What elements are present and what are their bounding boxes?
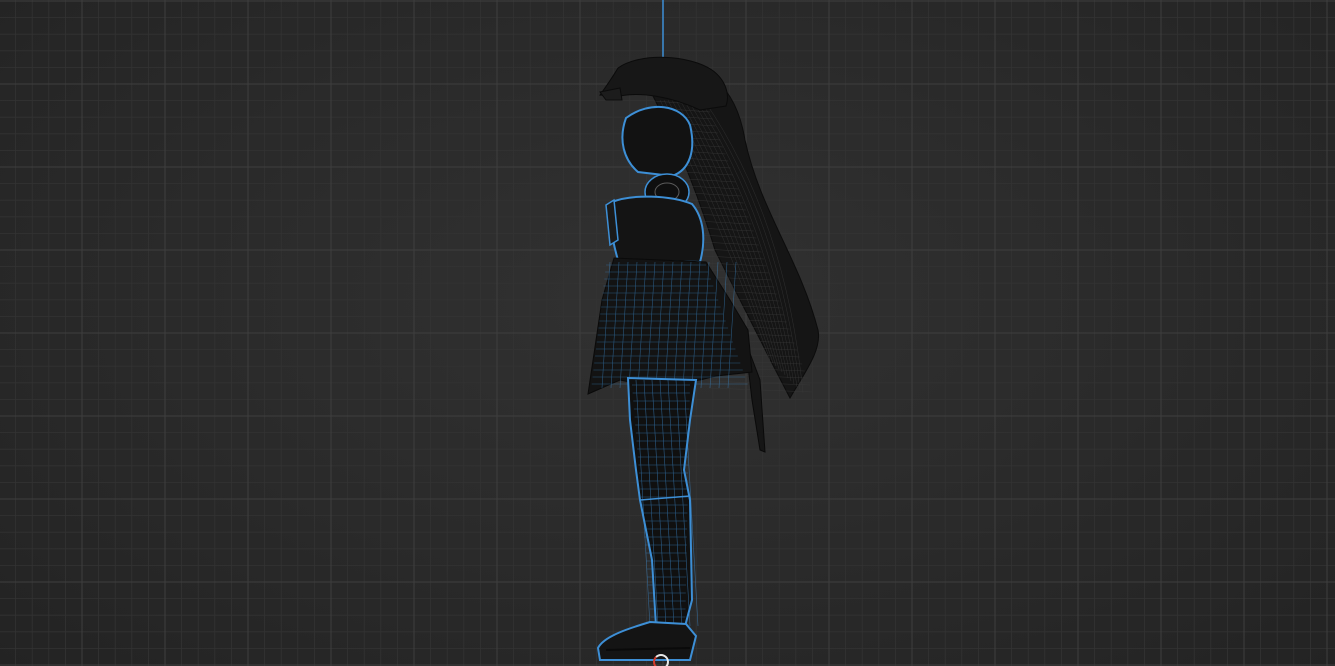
- leg-mesh[interactable]: [626, 376, 699, 632]
- object-origin-icon[interactable]: [653, 654, 669, 666]
- character-model[interactable]: [0, 0, 1335, 666]
- 3d-viewport[interactable]: [0, 0, 1335, 666]
- shoe-mesh[interactable]: [596, 620, 698, 661]
